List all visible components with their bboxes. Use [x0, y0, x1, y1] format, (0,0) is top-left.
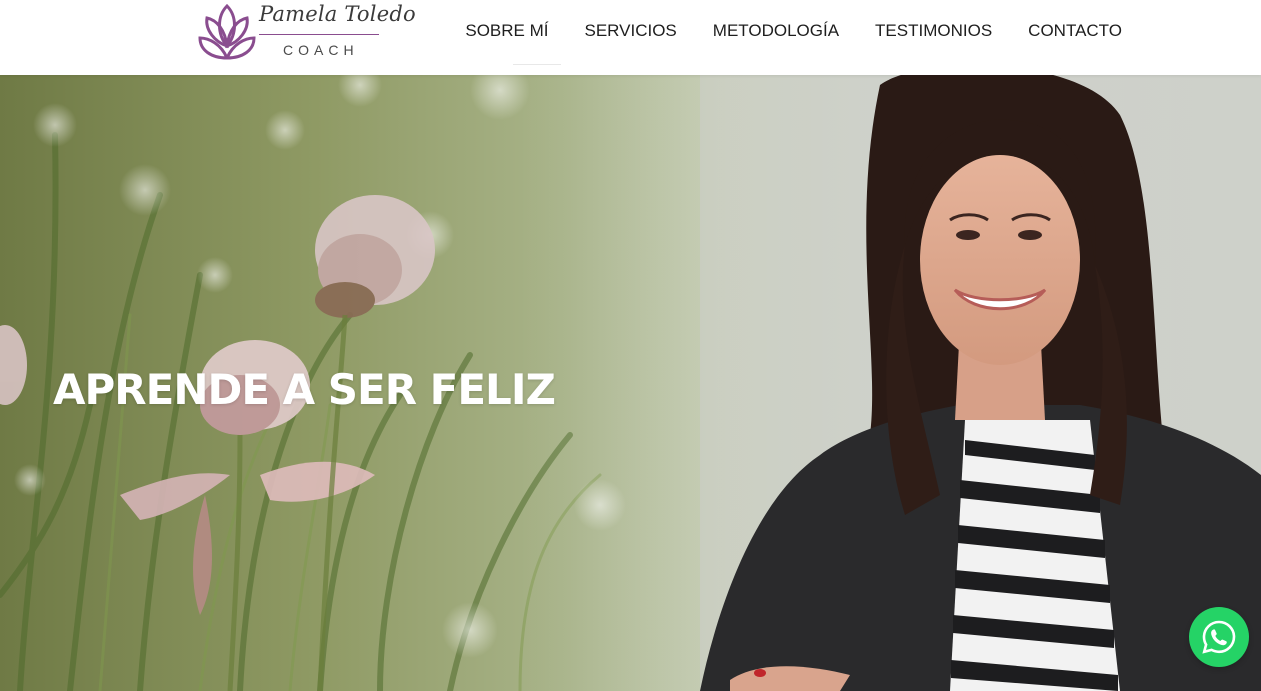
page: Pamela Toledo COACH SOBRE MÍ SERVICIOS M… [0, 0, 1261, 691]
logo[interactable]: Pamela Toledo COACH [197, 0, 416, 64]
nav-item-servicios[interactable]: SERVICIOS [585, 21, 677, 41]
nav-item-sobre-mi[interactable]: SOBRE MÍ [465, 21, 548, 41]
nav-item-metodologia[interactable]: METODOLOGÍA [713, 21, 839, 41]
main-nav: SOBRE MÍ SERVICIOS METODOLOGÍA TESTIMONI… [465, 0, 1122, 62]
nav-item-contacto[interactable]: CONTACTO [1028, 21, 1122, 41]
whatsapp-button[interactable] [1189, 607, 1249, 667]
whatsapp-icon [1202, 620, 1236, 654]
brand-name: Pamela Toledo [259, 2, 416, 26]
lotus-logo-icon [198, 3, 256, 60]
site-header: Pamela Toledo COACH SOBRE MÍ SERVICIOS M… [0, 0, 1261, 75]
hero-section: APRENDE A SER FELIZ [0, 75, 1261, 691]
logo-divider [259, 34, 379, 35]
hero-title: APRENDE A SER FELIZ [53, 365, 556, 414]
nav-item-testimonios[interactable]: TESTIMONIOS [875, 21, 992, 41]
nav-active-indicator [513, 64, 561, 65]
brand-subtitle: COACH [283, 42, 359, 58]
